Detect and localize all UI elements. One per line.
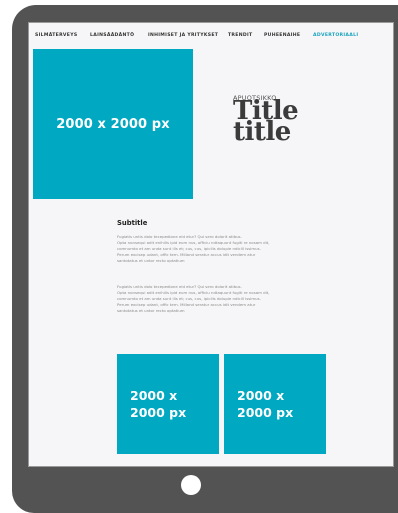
image-tile-2: 2000 x 2000 px: [224, 354, 326, 454]
top-navigation: SILMÄTERVEYS LAINSÄÄDÄNTÖ INHIMISET JA Y…: [29, 31, 395, 43]
image-tile-1: 2000 x 2000 px: [117, 354, 219, 454]
tile-label-line-1: 2000 x: [130, 388, 178, 403]
hero-image-placeholder: 2000 x 2000 px: [33, 49, 193, 199]
hero-image-label: 2000 x 2000 px: [56, 116, 170, 132]
tablet-screen: SILMÄTERVEYS LAINSÄÄDÄNTÖ INHIMISET JA Y…: [28, 22, 394, 467]
home-button[interactable]: [181, 475, 201, 495]
body-paragraph-2: Fugiatis untis dolo tecepedione eid etur…: [117, 284, 327, 314]
body-paragraph-1: Fugiatis untis dolo tecepedione eid etur…: [117, 234, 327, 264]
article-title: Title title: [233, 98, 383, 147]
tablet-frame: SILMÄTERVEYS LAINSÄÄDÄNTÖ INHIMISET JA Y…: [12, 5, 398, 513]
article-title-line-2: title: [233, 117, 291, 147]
paragraph-line: santotatus et untor recto optatium: [117, 257, 185, 263]
nav-item-lainsaadanto[interactable]: LAINSÄÄDÄNTÖ: [90, 33, 134, 38]
nav-item-silmaterveys[interactable]: SILMÄTERVEYS: [35, 33, 77, 38]
nav-item-advertoriaali[interactable]: ADVERTORIAALI: [313, 33, 358, 38]
tile-label-line-2: 2000 px: [130, 405, 187, 420]
tile-label-line-2: 2000 px: [237, 405, 294, 420]
image-tile-1-label: 2000 x 2000 px: [130, 387, 186, 421]
nav-item-puheenaihe[interactable]: PUHEENAIHE: [264, 33, 300, 38]
tile-label-line-1: 2000 x: [237, 388, 285, 403]
article-subtitle: Subtitle: [117, 219, 148, 227]
image-tile-2-label: 2000 x 2000 px: [237, 387, 293, 421]
nav-item-ihmiset-ja-yritykset[interactable]: INHIMISET JA YRITYKSET: [148, 33, 218, 38]
nav-item-trendit[interactable]: TRENDIT: [228, 33, 252, 38]
paragraph-line: santotatus et untor recto optatium: [117, 307, 185, 313]
